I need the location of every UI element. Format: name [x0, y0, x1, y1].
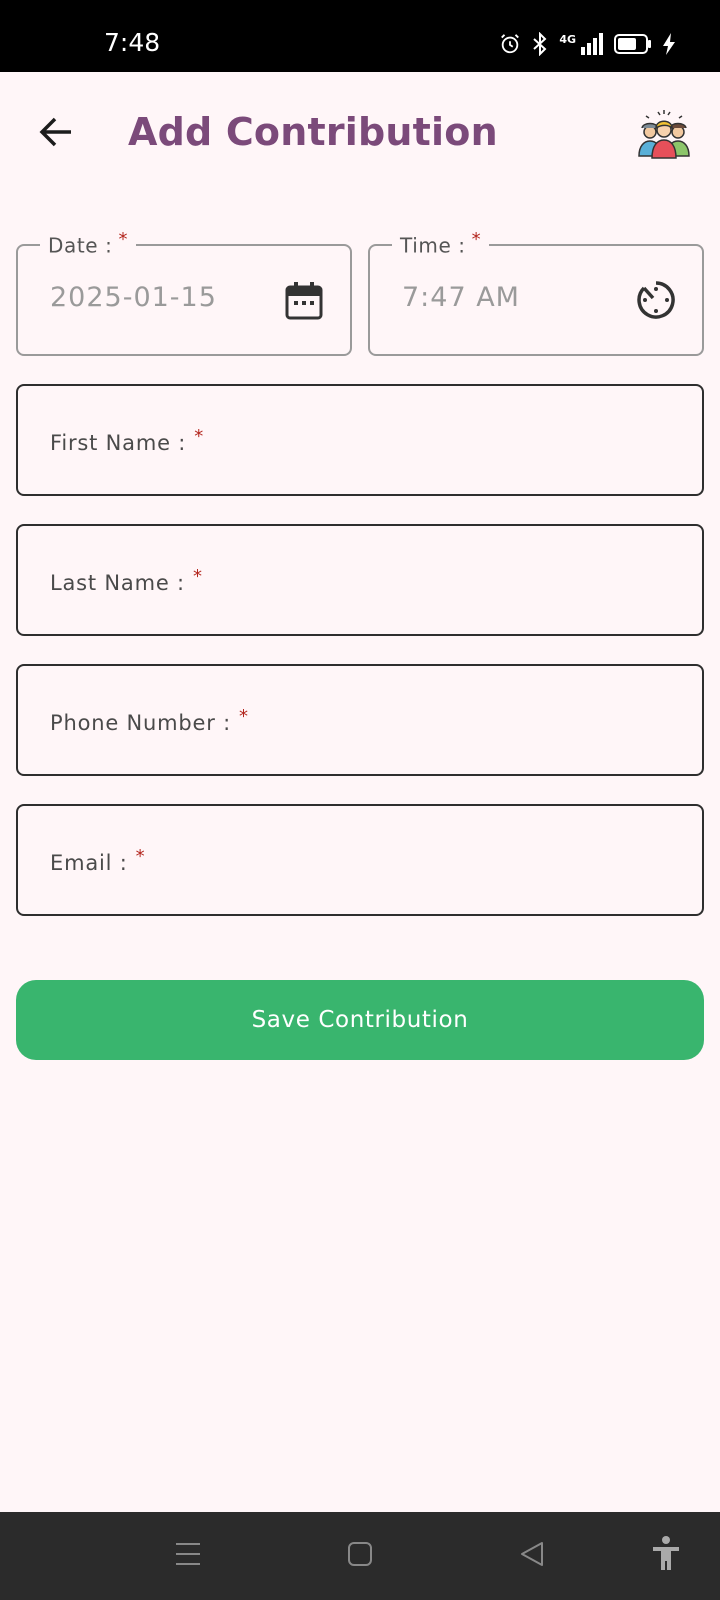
- clock-icon[interactable]: [636, 280, 676, 320]
- alarm-icon: [499, 33, 521, 55]
- first-name-label: First Name : *: [50, 426, 204, 455]
- time-field[interactable]: Time : * 7:47 AM: [368, 229, 704, 356]
- last-name-label: Last Name : *: [50, 566, 203, 595]
- home-button[interactable]: [338, 1534, 382, 1578]
- status-icons: 4G: [499, 30, 676, 58]
- back-button[interactable]: [30, 108, 82, 160]
- required-mark: *: [192, 566, 203, 587]
- calendar-icon[interactable]: [284, 280, 324, 320]
- required-mark: *: [135, 846, 146, 867]
- back-icon: [518, 1540, 546, 1572]
- accessibility-icon: [651, 1536, 681, 1576]
- home-icon: [347, 1541, 373, 1571]
- date-label: Date : *: [40, 229, 137, 258]
- save-contribution-button[interactable]: Save Contribution: [16, 980, 704, 1060]
- menu-button[interactable]: [166, 1534, 210, 1578]
- accessibility-button[interactable]: [644, 1534, 688, 1578]
- menu-icon: [174, 1540, 202, 1572]
- bluetooth-icon: [531, 32, 549, 56]
- charging-icon: [662, 33, 676, 55]
- date-field[interactable]: Date : * 2025-01-15: [16, 229, 352, 356]
- required-mark: *: [471, 229, 482, 250]
- time-value: 7:47 AM: [402, 282, 520, 313]
- signal-icon: [580, 33, 604, 55]
- app-bar: Add Contribution: [0, 72, 720, 200]
- back-nav-button[interactable]: [510, 1534, 554, 1578]
- status-bar: 7:48 4G: [0, 0, 720, 72]
- page-title: Add Contribution: [128, 110, 498, 154]
- required-mark: *: [194, 426, 204, 447]
- email-field[interactable]: Email : *: [16, 804, 704, 916]
- battery-icon: [614, 33, 652, 55]
- date-value: 2025-01-15: [50, 282, 217, 313]
- team-icon: [636, 108, 692, 164]
- network-label: 4G: [559, 32, 576, 46]
- time-label: Time : *: [392, 229, 490, 258]
- required-mark: *: [239, 706, 249, 727]
- arrow-left-icon: [38, 114, 74, 154]
- status-time: 7:48: [104, 28, 161, 57]
- required-mark: *: [118, 229, 129, 250]
- phone-number-label: Phone Number : *: [50, 706, 249, 735]
- email-label: Email : *: [50, 846, 146, 875]
- system-nav-bar: [0, 1512, 720, 1600]
- first-name-field[interactable]: First Name : *: [16, 384, 704, 496]
- phone-number-field[interactable]: Phone Number : *: [16, 664, 704, 776]
- last-name-field[interactable]: Last Name : *: [16, 524, 704, 636]
